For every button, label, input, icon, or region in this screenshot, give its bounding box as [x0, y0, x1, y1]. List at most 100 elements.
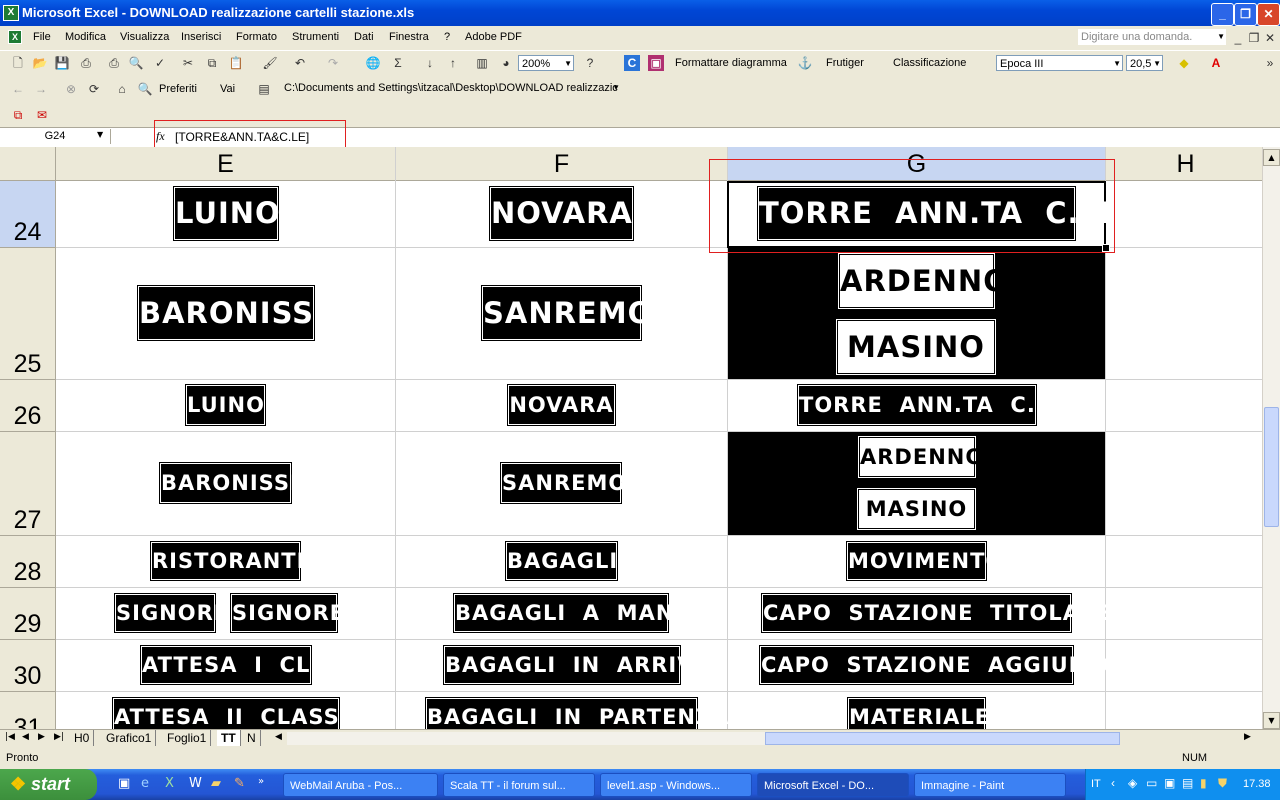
tab-n[interactable]: N — [243, 730, 261, 746]
sign-g29[interactable]: CAPO STAZIONE TITOLARE — [763, 595, 1112, 631]
cut-icon[interactable]: ✂ — [180, 55, 196, 71]
column-header-h[interactable]: H — [1106, 147, 1262, 181]
font-size-dropdown-icon[interactable]: ▼ — [1153, 56, 1161, 70]
row-header-24[interactable]: 24 — [0, 181, 56, 248]
doc-restore-icon[interactable]: ❐ — [1246, 30, 1262, 46]
sign-e30[interactable]: ATTESA I CL. — [142, 647, 318, 683]
sign-g30[interactable]: CAPO STAZIONE AGGIUNTO — [761, 647, 1120, 683]
vertical-scrollbar[interactable]: ▲ ▼ — [1262, 147, 1280, 729]
maximize-button[interactable]: ❐ — [1234, 3, 1257, 26]
forward-icon[interactable]: → — [33, 81, 49, 97]
taskbar-item-webmail[interactable]: WebMail Aruba - Pos... — [283, 773, 438, 797]
zoom-select[interactable]: 200% ▼ — [518, 55, 574, 71]
tray-computer-icon[interactable]: ▣ — [1164, 776, 1175, 790]
menu-finestra[interactable]: Finestra — [389, 31, 429, 43]
quicklaunch-ie-icon[interactable]: e — [141, 776, 149, 791]
redo-icon[interactable]: ↷ — [325, 55, 341, 71]
undo-icon[interactable]: ↶ — [292, 55, 308, 71]
autosum-icon[interactable]: Σ — [390, 55, 406, 71]
font-color-icon[interactable]: A — [1208, 55, 1224, 71]
quicklaunch-excel-icon[interactable]: X — [165, 776, 174, 791]
row-header-29[interactable]: 29 — [0, 588, 56, 640]
tab-grafico1[interactable]: Grafico1 — [102, 730, 157, 746]
quicklaunch-more-icon[interactable]: » — [258, 776, 264, 787]
menu-adobe-pdf[interactable]: Adobe PDF — [465, 31, 522, 43]
go-menu[interactable]: Vai — [220, 83, 235, 95]
classification-menu[interactable]: Classificazione — [893, 57, 966, 69]
taskbar-item-level1[interactable]: level1.asp - Windows... — [600, 773, 752, 797]
sign-f29[interactable]: BAGAGLI A MANO — [455, 595, 692, 631]
menu-help[interactable]: ? — [444, 31, 450, 43]
refresh-icon[interactable]: ⟳ — [86, 81, 102, 97]
row-header-30[interactable]: 30 — [0, 640, 56, 692]
row-header-27[interactable]: 27 — [0, 432, 56, 536]
print-preview-icon[interactable]: 🔍 — [128, 55, 144, 71]
sign-e24[interactable]: LUINO — [175, 188, 280, 239]
sign-g25-masino[interactable]: MASINO — [838, 321, 994, 373]
doc-close-icon[interactable]: ✕ — [1262, 30, 1278, 46]
spelling-icon[interactable]: ✓ — [152, 55, 168, 71]
sign-e25[interactable]: BARONISSI — [139, 287, 325, 339]
row-header-31[interactable]: 31 — [0, 692, 56, 729]
paste-icon[interactable]: 📋 — [228, 55, 244, 71]
tray-shield-icon[interactable]: ⛊ — [1218, 776, 1227, 791]
font-name-select[interactable]: Epoca III ▼ — [996, 55, 1123, 71]
sign-e28[interactable]: RISTORANTE — [152, 543, 311, 579]
menu-formato[interactable]: Formato — [236, 31, 277, 43]
sign-g28[interactable]: MOVIMENTO — [848, 543, 1003, 579]
print-icon[interactable]: ⎙ — [106, 55, 122, 71]
back-icon[interactable]: ← — [10, 81, 26, 97]
toolbar-options-icon[interactable]: » — [1262, 55, 1278, 71]
column-header-e[interactable]: E — [56, 147, 396, 181]
taskbar-item-scala-tt[interactable]: Scala TT - il forum sul... — [443, 773, 595, 797]
menu-visualizza[interactable]: Visualizza — [120, 31, 169, 43]
pdf-mail-icon[interactable]: ✉ — [34, 107, 50, 123]
doc-minimize-icon[interactable]: _ — [1230, 30, 1246, 46]
sign-e27[interactable]: BARONISSI — [161, 464, 298, 502]
address-dropdown-icon[interactable]: ▼ — [612, 80, 620, 96]
help-question-box[interactable]: Digitare una domanda. ▼ — [1078, 29, 1226, 45]
new-icon[interactable]: 🗋 — [10, 55, 26, 71]
c-tool-icon[interactable]: C — [624, 55, 640, 71]
sign-f25[interactable]: SANREMO — [483, 287, 652, 339]
tab-h0[interactable]: H0 — [70, 730, 95, 746]
row-header-28[interactable]: 28 — [0, 536, 56, 588]
tab-next-icon[interactable]: ▶ — [38, 732, 45, 742]
hyperlink-icon[interactable]: 🌐 — [365, 55, 381, 71]
sign-f26[interactable]: NOVARA — [509, 386, 614, 424]
copy-icon[interactable]: ⧉ — [204, 55, 220, 71]
open-icon[interactable]: 📂 — [32, 55, 48, 71]
permission-icon[interactable]: ⎙ — [78, 55, 94, 71]
start-button[interactable]: ❖ start — [0, 769, 97, 800]
taskbar-item-paint[interactable]: Immagine - Paint — [914, 773, 1066, 797]
tray-arrow-icon[interactable]: ‹ — [1111, 776, 1115, 790]
sign-f27[interactable]: SANREMO — [502, 464, 626, 502]
quicklaunch-word-icon[interactable]: W — [189, 776, 202, 791]
scroll-up-icon[interactable]: ▲ — [1263, 149, 1280, 166]
sign-e29-signore[interactable]: SIGNORE — [232, 595, 344, 631]
font-label-button[interactable]: Frutiger — [826, 57, 864, 69]
namebox-dropdown-icon[interactable]: ▼ — [97, 130, 103, 139]
workbook-icon[interactable]: X — [8, 30, 22, 44]
search-web-icon[interactable]: 🔍 — [137, 81, 153, 97]
chart-tool-icon[interactable]: ▣ — [648, 55, 664, 71]
tab-first-icon[interactable]: |◀ — [5, 732, 15, 742]
help-dropdown-icon[interactable]: ▼ — [1217, 29, 1225, 45]
tray-network-icon[interactable]: ◈ — [1128, 776, 1137, 790]
drawing-icon[interactable]: ◕ — [498, 55, 514, 71]
hscroll-right-icon[interactable]: ▶ — [1244, 732, 1251, 742]
minimize-button[interactable]: _ — [1211, 3, 1234, 26]
language-indicator[interactable]: IT — [1091, 778, 1101, 790]
menu-modifica[interactable]: Modifica — [65, 31, 106, 43]
show-web-toolbar-icon[interactable]: ▤ — [256, 81, 272, 97]
sign-f28[interactable]: BAGAGLI — [507, 543, 617, 579]
row-header-26[interactable]: 26 — [0, 380, 56, 432]
sign-g26[interactable]: TORRE ANN.TA C.LE — [799, 386, 1065, 424]
chart-wizard-icon[interactable]: ▥ — [474, 55, 490, 71]
format-painter-icon[interactable]: 🖌 — [262, 55, 278, 71]
font-dropdown-icon[interactable]: ▼ — [1113, 56, 1121, 70]
quicklaunch-folder-icon[interactable]: ▰ — [211, 776, 221, 791]
close-button[interactable]: ✕ — [1257, 3, 1280, 26]
menu-strumenti[interactable]: Strumenti — [292, 31, 339, 43]
tab-last-icon[interactable]: ▶| — [54, 732, 64, 742]
